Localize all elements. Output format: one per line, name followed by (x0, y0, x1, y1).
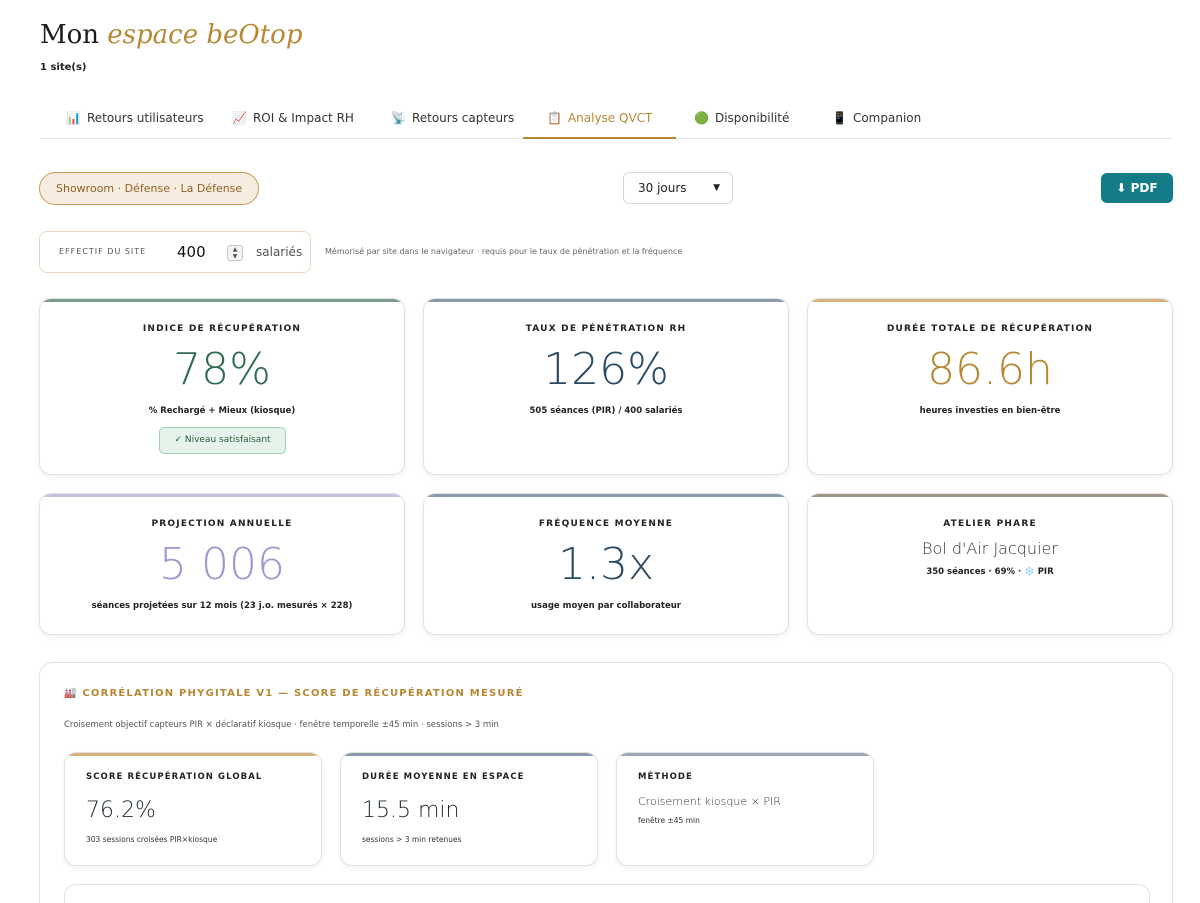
metric-value: 15.5 min (362, 798, 460, 823)
atelier-name: Bol d'Air Jacquier (922, 539, 1058, 558)
page-title: Mon espace beOtop (40, 20, 302, 50)
kpi-value: 5 006 (159, 539, 285, 590)
tab-bar: 📊 Retours utilisateurs 📈 ROI & Impact RH 📡… (40, 104, 1172, 139)
kpi-sub: 505 séances (PIR) / 400 salariés (529, 406, 683, 416)
metric-card-score-recuperation: SCORE RÉCUPÉRATION GLOBAL 76.2% 303 sess… (64, 752, 322, 866)
chevron-down-icon: ▼ (713, 183, 720, 193)
metric-sub: sessions > 3 min retenues (362, 835, 462, 844)
kpi-card-duree-totale: DURÉE TOTALE DE RÉCUPÉRATION 86.6h heure… (807, 298, 1173, 475)
bar-chart-icon: 📊 (66, 111, 81, 125)
tab-label: Companion (852, 111, 922, 125)
correlation-section: 🏭 CORRÉLATION PHYGITALE V1 — SCORE DE RÉ… (39, 662, 1173, 903)
kpi-card-atelier-phare: ATELIER PHARE Bol d'Air Jacquier 350 séa… (807, 493, 1173, 635)
metric-label: SCORE RÉCUPÉRATION GLOBAL (86, 772, 263, 782)
sites-count: 1 site(s) (40, 62, 87, 73)
metric-card-duree-moyenne: DURÉE MOYENNE EN ESPACE 15.5 min session… (340, 752, 598, 866)
metric-value: Croisement kiosque × PIR (638, 795, 781, 808)
kpi-card-frequence-moyenne: FRÉQUENCE MOYENNE 1.3x usage moyen par c… (423, 493, 789, 635)
kpi-sub: % Rechargé + Mieux (kiosque) (148, 406, 296, 416)
kpi-sub: heures investies en bien-être (919, 406, 1061, 416)
kpi-value: 78% (173, 344, 271, 395)
kpi-value: 86.6h (927, 344, 1053, 395)
tab-label: Disponibilité (714, 111, 790, 125)
tab-label: ROI & Impact RH (252, 111, 354, 125)
satellite-icon: 📡 (391, 111, 406, 125)
title-accent: espace beOtop (107, 20, 303, 50)
tab-analyse-qvct[interactable]: 📋 Analyse QVCT (523, 104, 677, 139)
kpi-sub: séances projetées sur 12 mois (23 j.o. m… (91, 601, 353, 611)
kpi-label: DURÉE TOTALE DE RÉCUPÉRATION (886, 324, 1094, 334)
tab-retours-utilisateurs[interactable]: 📊 Retours utilisateurs (42, 104, 228, 139)
effectif-input[interactable]: 400 (177, 243, 206, 261)
kpi-value: 1.3x (557, 539, 654, 590)
card-accent-bar (40, 299, 404, 302)
card-accent-bar (40, 494, 404, 497)
number-spinner-icon[interactable]: ▲ ▼ (227, 245, 243, 261)
tab-disponibilite[interactable]: 🟢 Disponibilité (670, 104, 813, 139)
tab-label: Retours utilisateurs (86, 111, 204, 125)
card-accent-bar (617, 753, 873, 756)
metric-card-methode: MÉTHODE Croisement kiosque × PIR fenêtre… (616, 752, 874, 866)
title-prefix: Mon (40, 20, 100, 50)
metric-label: MÉTHODE (638, 772, 693, 782)
kpi-label: TAUX DE PÉNÉTRATION RH (525, 324, 687, 334)
tab-label: Retours capteurs (411, 111, 515, 125)
card-accent-bar (424, 494, 788, 497)
metric-sub: 303 sessions croisées PIR×kiosque (86, 835, 218, 844)
kpi-sub: usage moyen par collaborateur (530, 601, 681, 611)
effectif-note: Mémorisé par site dans le navigateur · r… (325, 247, 683, 256)
metric-value: 76.2% (86, 798, 156, 823)
kpi-value: 126% (543, 344, 669, 395)
clipboard-icon: 📋 (547, 111, 562, 125)
kpi-label: PROJECTION ANNUELLE (151, 519, 293, 529)
kpi-label: INDICE DE RÉCUPÉRATION (142, 324, 302, 334)
period-value: 30 jours (638, 181, 687, 195)
kpi-sub: 350 séances · 69% · ❄️ PIR (926, 567, 1054, 577)
metric-label: DURÉE MOYENNE EN ESPACE (362, 772, 525, 782)
tab-label: Analyse QVCT (567, 111, 653, 125)
effectif-label: EFFECTIF DU SITE (59, 247, 147, 256)
tab-roi-impact-rh[interactable]: 📈 ROI & Impact RH (208, 104, 378, 139)
status-badge: ✓ Niveau satisfaisant (159, 427, 286, 454)
kpi-card-indice-recuperation: INDICE DE RÉCUPÉRATION 78% % Rechargé + … (39, 298, 405, 475)
metric-sub: fenêtre ±45 min (638, 816, 700, 825)
tab-retours-capteurs[interactable]: 📡 Retours capteurs (367, 104, 538, 139)
pdf-export-button[interactable]: ⬇ PDF (1101, 173, 1173, 203)
mobile-phone-icon: 📱 (832, 111, 847, 125)
period-select[interactable]: 30 jours ▼ (623, 172, 733, 204)
card-accent-bar (808, 494, 1172, 497)
kpi-card-taux-penetration: TAUX DE PÉNÉTRATION RH 126% 505 séances … (423, 298, 789, 475)
kpi-card-projection-annuelle: PROJECTION ANNUELLE 5 006 séances projet… (39, 493, 405, 635)
trend-chart-icon: 📈 (232, 111, 247, 125)
card-accent-bar (341, 753, 597, 756)
card-accent-bar (424, 299, 788, 302)
section-description: Croisement objectif capteurs PIR × décla… (64, 720, 499, 730)
kpi-label: FRÉQUENCE MOYENNE (538, 519, 674, 529)
green-circle-icon: 🟢 (694, 111, 709, 125)
kpi-label: ATELIER PHARE (943, 519, 1037, 529)
section-title: 🏭 CORRÉLATION PHYGITALE V1 — SCORE DE RÉ… (64, 688, 524, 699)
effectif-field: EFFECTIF DU SITE 400 ▲ ▼ salariés (39, 231, 311, 273)
tab-companion[interactable]: 📱 Companion (808, 104, 945, 139)
site-selector[interactable]: Showroom · Défense · La Défense (39, 172, 260, 205)
card-accent-bar (65, 753, 321, 756)
effectif-unit: salariés (256, 245, 303, 259)
details-panel (64, 884, 1150, 903)
card-accent-bar (808, 299, 1172, 302)
